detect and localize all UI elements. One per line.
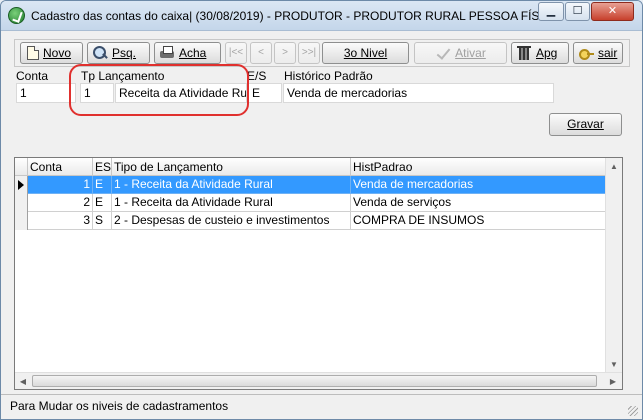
novo-label: Novo [43, 46, 72, 60]
scroll-up-icon[interactable]: ▲ [606, 158, 622, 175]
status-text: Para Mudar os niveis de cadastramentos [10, 399, 229, 413]
sair-button[interactable]: sair [573, 42, 623, 64]
conta-label: Conta [16, 69, 49, 83]
app-logo-icon [8, 7, 25, 24]
cell-tipo[interactable]: 1 - Receita da Atividade Rural [112, 176, 351, 194]
close-icon: ✕ [607, 5, 618, 17]
cell-conta[interactable]: 1 [28, 176, 93, 194]
maximize-button[interactable]: ☐ [565, 2, 590, 21]
cell-es[interactable]: E [93, 176, 112, 194]
gravar-button[interactable]: Gravar [549, 113, 622, 136]
cell-es[interactable]: S [93, 212, 112, 230]
horizontal-scrollbar[interactable]: ◀ ▶ [15, 372, 622, 389]
scroll-right-icon[interactable]: ▶ [605, 373, 621, 389]
scroll-down-icon[interactable]: ▼ [606, 356, 622, 373]
nivel-label: 3o Nivel [343, 46, 388, 60]
close-button[interactable]: ✕ [591, 2, 634, 21]
historico-field[interactable]: Venda de mercadorias [283, 83, 554, 103]
printer-icon [159, 45, 175, 61]
first-record-button[interactable]: |<< [225, 42, 247, 64]
key-icon [578, 45, 594, 61]
es-label: E/S [247, 69, 267, 83]
row-indicator-column [15, 176, 28, 230]
prev-record-button[interactable]: < [250, 42, 272, 64]
current-row-arrow-icon [18, 180, 24, 190]
sair-label: sair [598, 46, 618, 60]
window-title: Cadastro das contas do caixa| (30/08/201… [31, 9, 560, 23]
ativar-button[interactable]: Ativar [414, 42, 507, 64]
resize-grip-icon[interactable] [628, 406, 638, 416]
ativar-label: Ativar [455, 46, 486, 60]
grid-header: Conta ES Tipo de Lançamento HistPadrao [15, 158, 607, 176]
novo-button[interactable]: Novo [20, 42, 83, 64]
new-page-icon [27, 46, 39, 60]
psq-label: Psq. [112, 46, 137, 60]
minimize-icon: ▁ [546, 5, 556, 17]
prev-icon: < [258, 47, 264, 58]
maximize-icon: ☐ [572, 5, 583, 17]
header-histpadrao[interactable]: HistPadrao [351, 158, 607, 176]
minimize-button[interactable]: ▁ [538, 2, 564, 21]
scroll-left-icon[interactable]: ◀ [15, 373, 31, 389]
header-tipo[interactable]: Tipo de Lançamento [112, 158, 351, 176]
pesquisar-button[interactable]: Psq. [87, 42, 150, 64]
acha-label: Acha [179, 46, 207, 60]
header-indicator [15, 158, 28, 176]
last-record-button[interactable]: >>| [298, 42, 320, 64]
acha-button[interactable]: Acha [154, 42, 221, 64]
table-row[interactable]: 3 S 2 - Despesas de custeio e investimen… [28, 212, 607, 230]
magnifier-icon [92, 45, 108, 61]
next-record-button[interactable]: > [274, 42, 296, 64]
cell-conta[interactable]: 2 [28, 194, 93, 212]
cell-tipo[interactable]: 2 - Despesas de custeio e investimentos [112, 212, 351, 230]
cell-conta[interactable]: 3 [28, 212, 93, 230]
conta-field[interactable]: 1 [16, 83, 76, 103]
horizontal-scroll-thumb[interactable] [32, 375, 597, 387]
title-bar[interactable]: Cadastro das contas do caixa| (30/08/201… [1, 1, 642, 31]
historico-label: Histórico Padrão [284, 69, 373, 83]
checkmark-icon [435, 45, 451, 61]
table-row[interactable]: 1 E 1 - Receita da Atividade Rural Venda… [28, 176, 607, 194]
status-bar: Para Mudar os niveis de cadastramentos [1, 394, 642, 419]
nivel-button[interactable]: 3o Nivel [322, 42, 409, 64]
first-icon: |<< [228, 47, 244, 58]
cell-histpadrao[interactable]: COMPRA DE INSUMOS [351, 212, 607, 230]
vertical-scrollbar[interactable]: ▲ ▼ [605, 158, 622, 373]
trash-icon [516, 45, 532, 61]
table-row[interactable]: 2 E 1 - Receita da Atividade Rural Venda… [28, 194, 607, 212]
apg-label: Apg [536, 46, 558, 60]
annotation-highlight [69, 64, 249, 116]
next-icon: > [282, 47, 288, 58]
cell-histpadrao[interactable]: Venda de mercadorias [351, 176, 607, 194]
header-es[interactable]: ES [93, 158, 112, 176]
gravar-label: Gravar [567, 117, 604, 131]
apagar-button[interactable]: Apg [511, 42, 569, 64]
cell-histpadrao[interactable]: Venda de serviços [351, 194, 607, 212]
header-conta[interactable]: Conta [28, 158, 93, 176]
es-field[interactable]: E [248, 83, 282, 103]
last-icon: >>| [301, 47, 317, 58]
accounts-grid[interactable]: Conta ES Tipo de Lançamento HistPadrao 1… [14, 157, 623, 390]
main-window: Cadastro das contas do caixa| (30/08/201… [0, 0, 643, 420]
cell-es[interactable]: E [93, 194, 112, 212]
cell-tipo[interactable]: 1 - Receita da Atividade Rural [112, 194, 351, 212]
